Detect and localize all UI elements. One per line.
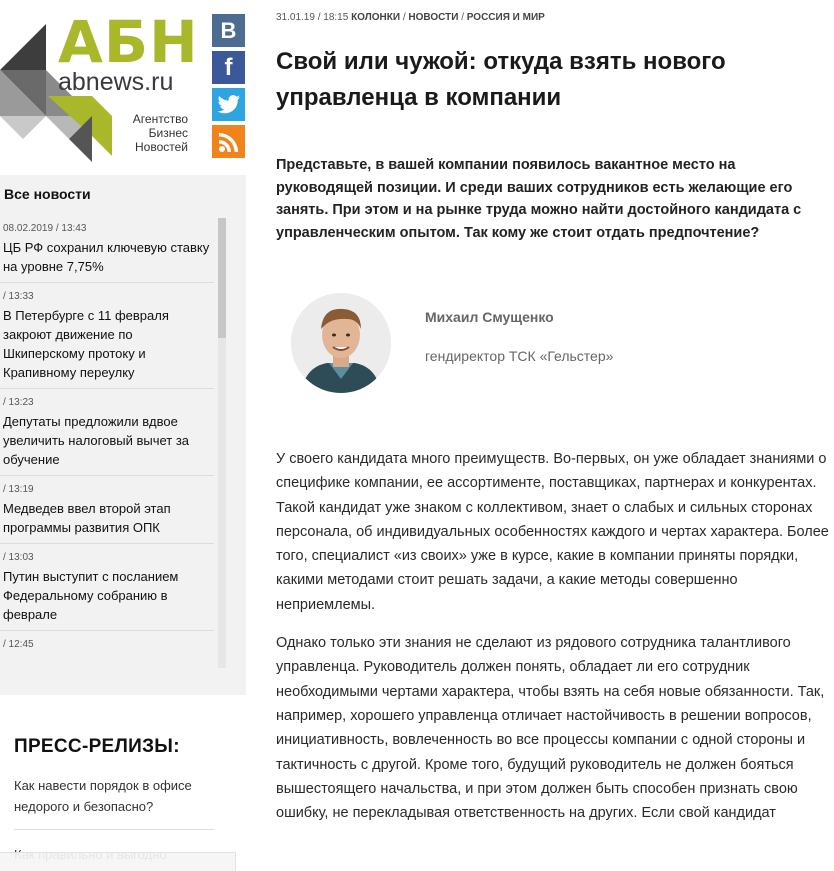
author-photo-icon	[291, 293, 391, 393]
author-block: Михаил Смущенко гендиректор ТСК «Гельсте…	[291, 293, 791, 393]
vk-icon: В	[220, 17, 237, 43]
social-buttons: В f	[212, 14, 245, 162]
rss-button[interactable]	[212, 125, 245, 158]
article-meta: 31.01.19 / 18:15 КОЛОНКИ / НОВОСТИ / РОС…	[276, 12, 545, 23]
news-feed-heading[interactable]: Все новости	[4, 186, 91, 202]
vk-button[interactable]: В	[212, 14, 245, 47]
tagline-line: Агентство	[132, 112, 188, 126]
category-link[interactable]: НОВОСТИ	[408, 12, 458, 23]
news-feed-panel: Все новости 08.02.2019 / 13:43 ЦБ РФ сох…	[0, 175, 246, 695]
news-list: 08.02.2019 / 13:43 ЦБ РФ сохранил ключев…	[0, 215, 214, 675]
article-date: 31.01.19 / 18:15	[276, 12, 349, 23]
press-heading: ПРЕСС-РЕЛИЗЫ:	[14, 736, 180, 757]
category-link[interactable]: РОССИЯ И МИР	[467, 12, 545, 23]
news-item[interactable]: / 13:33 В Петербурге с 11 февраля закрою…	[0, 283, 214, 389]
tagline-line: Бизнес	[148, 126, 188, 140]
author-role: гендиректор ТСК «Гельстер»	[425, 348, 614, 364]
article-paragraph: У своего кандидата много преимуществ. Во…	[276, 451, 829, 613]
news-time: / 13:33	[3, 291, 34, 302]
news-item[interactable]: 08.02.2019 / 13:43 ЦБ РФ сохранил ключев…	[0, 215, 214, 283]
logo-domain: abnews.ru	[58, 68, 174, 96]
facebook-button[interactable]: f	[212, 51, 245, 84]
news-title[interactable]: Медведев ввел второй этап программы разв…	[3, 499, 210, 537]
news-time: 08.02.2019 / 13:43	[3, 223, 87, 234]
news-title[interactable]: Депутаты предложили вдвое увеличить нало…	[3, 412, 210, 469]
article-body: У своего кандидата много преимуществ. Во…	[276, 447, 832, 839]
press-item[interactable]: Как навести порядок в офисе недорого и б…	[14, 775, 214, 830]
news-scrollbar-thumb[interactable]	[218, 218, 226, 338]
news-item[interactable]: / 12:45	[0, 631, 214, 660]
news-title[interactable]: ЦБ РФ сохранил ключевую ставку на уровне…	[3, 238, 210, 276]
left-column: АБН abnews.ru Агентство Бизнес Новостей …	[0, 0, 246, 871]
news-item[interactable]: / 13:03 Путин выступит с посланием Федер…	[0, 544, 214, 631]
facebook-icon: f	[224, 53, 233, 81]
article: 31.01.19 / 18:15 КОЛОНКИ / НОВОСТИ / РОС…	[276, 0, 834, 871]
logo-tagline: Агентство Бизнес Новостей	[88, 112, 188, 154]
article-paragraph: Однако только эти знания не сделают из р…	[276, 635, 825, 822]
site-logo[interactable]: АБН abnews.ru Агентство Бизнес Новостей	[0, 8, 200, 163]
logo-letters: АБН	[58, 8, 199, 76]
author-name: Михаил Смущенко	[425, 309, 554, 325]
news-time: / 12:45	[3, 639, 34, 650]
news-time: / 13:19	[3, 484, 34, 495]
author-avatar	[291, 293, 391, 393]
category-separator: /	[402, 12, 406, 23]
twitter-icon	[217, 94, 240, 113]
article-lead: Представьте, в вашей компании появилось …	[276, 157, 802, 241]
news-scrollbar[interactable]	[218, 218, 226, 668]
category-separator: /	[461, 12, 464, 23]
category-link[interactable]: КОЛОНКИ	[351, 12, 400, 23]
news-title[interactable]: Путин выступит с посланием Федеральному …	[3, 567, 210, 624]
news-time: / 13:23	[3, 397, 34, 408]
tagline-line: Новостей	[135, 140, 188, 154]
news-item[interactable]: / 13:23 Депутаты предложили вдвое увелич…	[0, 389, 214, 476]
rss-icon	[218, 132, 238, 152]
news-item[interactable]: / 13:19 Медведев ввел второй этап програ…	[0, 476, 214, 544]
twitter-button[interactable]	[212, 88, 245, 121]
news-title[interactable]: В Петербурге с 11 февраля закроют движен…	[3, 306, 210, 382]
bottom-overlay-bar	[0, 852, 236, 871]
article-title: Свой или чужой: откуда взять нового упра…	[276, 48, 726, 111]
news-time: / 13:03	[3, 552, 34, 563]
